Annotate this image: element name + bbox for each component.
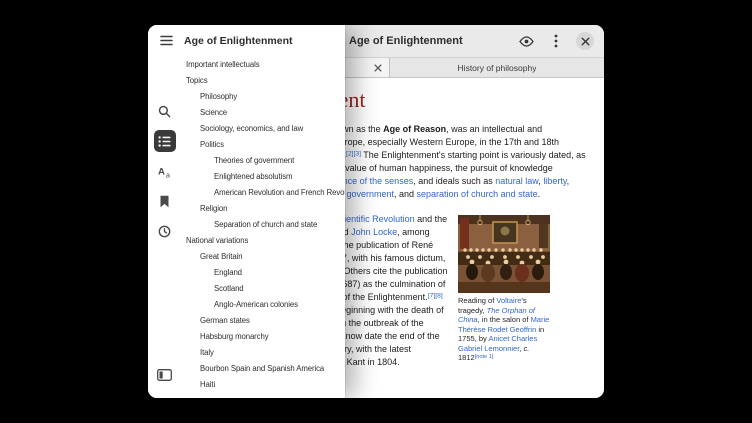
languages-icon[interactable]: Aa — [154, 160, 176, 182]
text-segment: c. — [523, 344, 529, 353]
wiki-link[interactable]: Voltaire — [496, 296, 521, 305]
reference-link[interactable]: [note 1] — [475, 354, 494, 360]
toggle-sidebar-icon[interactable] — [154, 364, 176, 386]
eye-icon[interactable] — [516, 31, 536, 51]
svg-text:a: a — [166, 172, 170, 178]
desktop-background: Age of Enlightenment — [0, 0, 752, 423]
toc-item[interactable]: German states — [181, 313, 345, 329]
toc-item[interactable]: Great Britain — [181, 249, 345, 265]
reference-link[interactable]: [2][3] — [346, 151, 361, 158]
toc-item[interactable]: Important intellectuals — [181, 57, 345, 73]
toc-item[interactable]: England — [181, 265, 345, 281]
tab-history-of-philosophy[interactable]: History of philosophy — [390, 58, 604, 77]
text-segment: , and ideals such as — [413, 176, 495, 186]
toc-item[interactable]: Sociology, economics, and law — [181, 121, 345, 137]
text-segment: . — [538, 189, 541, 199]
app-window: Age of Enlightenment — [148, 25, 604, 398]
article-figure: Reading of Voltaire's tragedy, The Orpha… — [458, 215, 550, 363]
hamburger-menu-icon[interactable] — [157, 32, 175, 50]
sidebar-header: Age of Enlightenment — [148, 25, 345, 56]
tab-close-icon[interactable] — [374, 64, 382, 72]
toc-item[interactable]: Philosophy — [181, 89, 345, 105]
text-segment: Reading of — [458, 296, 496, 305]
figure-caption: Reading of Voltaire's tragedy, The Orpha… — [458, 296, 550, 363]
text-segment: , and — [394, 189, 417, 199]
toc-item[interactable]: Habsburg monarchy — [181, 329, 345, 345]
wiki-link[interactable]: natural law — [495, 176, 538, 186]
text-segment: , in the salon of — [478, 315, 531, 324]
text-segment: , — [567, 176, 570, 186]
view-switcher-rail: Aa — [148, 56, 181, 398]
toc-item[interactable]: Politics — [181, 137, 345, 153]
salon-painting-image[interactable] — [458, 215, 550, 293]
svg-text:A: A — [158, 166, 165, 177]
history-clock-icon[interactable] — [154, 220, 176, 242]
sidebar-body: Aa Important intellectu — [148, 56, 345, 398]
bookmarks-icon[interactable] — [154, 190, 176, 212]
wiki-link[interactable]: separation of church and state — [417, 189, 538, 199]
wiki-link[interactable]: liberty — [543, 176, 566, 186]
sidebar-panel: Age of Enlightenment Aa — [148, 25, 345, 398]
toc-item[interactable]: Theories of government — [181, 153, 345, 169]
toc-item[interactable]: American Revolution and French Revolutio… — [181, 185, 345, 201]
tab-label: History of philosophy — [458, 63, 537, 73]
toc-item[interactable]: Scotland — [181, 281, 345, 297]
text-segment: 1812 — [458, 353, 475, 362]
wiki-link[interactable]: Scientific Revolution — [334, 214, 415, 224]
contents-list-icon[interactable] — [154, 130, 176, 152]
sidebar-title: Age of Enlightenment — [184, 35, 293, 47]
toc-item[interactable]: Anglo-American colonies — [181, 297, 345, 313]
toc-item[interactable]: National variations — [181, 233, 345, 249]
toc-item[interactable]: Haiti — [181, 377, 345, 393]
table-of-contents: Important intellectuals Topics Philosoph… — [181, 56, 345, 398]
toc-item[interactable]: Italy — [181, 345, 345, 361]
toc-item[interactable]: Separation of church and state — [181, 217, 345, 233]
toc-item[interactable]: Enlightened absolutism — [181, 169, 345, 185]
wiki-link[interactable]: John Locke — [351, 227, 397, 237]
toc-item[interactable]: Science — [181, 105, 345, 121]
toc-item[interactable]: Topics — [181, 73, 345, 89]
toc-item[interactable]: Religion — [181, 201, 345, 217]
menu-kebab-icon[interactable] — [546, 31, 566, 51]
search-icon[interactable] — [154, 100, 176, 122]
close-window-icon[interactable] — [576, 32, 594, 50]
page-title: Age of Enlightenment — [349, 35, 463, 47]
text-segment: Age of Reason — [383, 124, 446, 134]
header-actions — [516, 31, 594, 51]
toc-item[interactable]: Bourbon Spain and Spanish America — [181, 361, 345, 377]
